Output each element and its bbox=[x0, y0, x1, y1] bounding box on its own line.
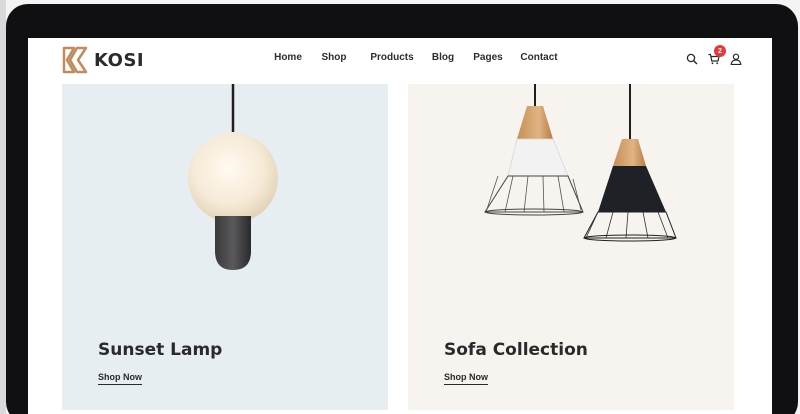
header-actions: 2 bbox=[686, 45, 742, 66]
card-title: Sunset Lamp bbox=[98, 340, 223, 360]
nav-contact[interactable]: Contact bbox=[514, 52, 564, 63]
logo-text: KOSI bbox=[94, 49, 145, 71]
site-header: KOSI Home Shop Products Blog Pages Conta… bbox=[28, 38, 772, 82]
card-title: Sofa Collection bbox=[444, 340, 588, 360]
user-icon[interactable] bbox=[730, 52, 742, 66]
pendant-lamps-image bbox=[484, 84, 677, 242]
product-card-sofa-collection[interactable]: Sofa Collection Shop Now bbox=[408, 84, 734, 410]
main-nav: Home Shop Products Blog Pages Contact bbox=[268, 52, 564, 63]
nav-shop[interactable]: Shop bbox=[308, 52, 360, 63]
nav-home[interactable]: Home bbox=[268, 52, 308, 63]
shop-now-link[interactable]: Shop Now bbox=[444, 372, 488, 385]
search-icon[interactable] bbox=[686, 52, 698, 65]
shop-now-link[interactable]: Shop Now bbox=[98, 372, 142, 385]
logo-icon bbox=[62, 46, 88, 74]
nav-pages[interactable]: Pages bbox=[462, 52, 514, 63]
globe-lamp-image bbox=[188, 84, 278, 270]
nav-blog[interactable]: Blog bbox=[424, 52, 462, 63]
browser-screen: KOSI Home Shop Products Blog Pages Conta… bbox=[28, 38, 772, 414]
cart-count-badge: 2 bbox=[714, 45, 726, 57]
cart-icon[interactable]: 2 bbox=[708, 45, 726, 65]
site-logo[interactable]: KOSI bbox=[62, 46, 144, 74]
product-card-sunset-lamp[interactable]: Sunset Lamp Shop Now bbox=[62, 84, 388, 410]
nav-products[interactable]: Products bbox=[360, 52, 424, 63]
